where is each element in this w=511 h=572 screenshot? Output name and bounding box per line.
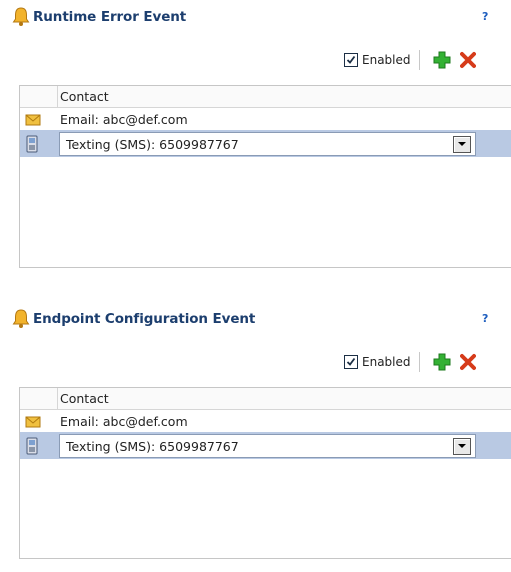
event-section-endpoint-configuration: Endpoint Configuration Event ? Enabled C… <box>0 302 511 572</box>
contact-text: Email: abc@def.com <box>60 414 188 429</box>
toolbar-divider <box>418 352 420 372</box>
delete-icon[interactable] <box>459 352 476 372</box>
contacts-table: Contact Email: abc@def.com Texting (SMS)… <box>19 387 511 559</box>
add-icon[interactable] <box>432 352 452 372</box>
email-icon <box>25 414 41 433</box>
table-row[interactable]: Email: abc@def.com <box>20 108 511 130</box>
table-row-selected[interactable]: Texting (SMS): 6509987767 <box>20 130 511 157</box>
enabled-label[interactable]: Enabled <box>362 53 411 67</box>
row-header-stub <box>20 388 58 409</box>
table-row[interactable]: Email: abc@def.com <box>20 410 511 432</box>
enabled-label[interactable]: Enabled <box>362 355 411 369</box>
contact-select-value: Texting (SMS): 6509987767 <box>66 137 239 152</box>
bell-icon <box>12 7 30 27</box>
delete-icon[interactable] <box>459 50 476 70</box>
column-header-contact[interactable]: Contact <box>60 89 109 104</box>
help-icon[interactable]: ? <box>482 312 488 325</box>
bell-icon <box>12 309 30 329</box>
contact-select-value: Texting (SMS): 6509987767 <box>66 439 239 454</box>
chevron-down-icon[interactable] <box>453 136 471 153</box>
email-icon <box>25 112 41 131</box>
section-header: Endpoint Configuration Event <box>12 308 255 330</box>
help-icon[interactable]: ? <box>482 10 488 23</box>
section-toolbar: Enabled <box>344 350 476 374</box>
contact-text: Email: abc@def.com <box>60 112 188 127</box>
chevron-down-icon[interactable] <box>453 438 471 455</box>
column-header-contact[interactable]: Contact <box>60 391 109 406</box>
section-header: Runtime Error Event <box>12 6 186 28</box>
contact-select[interactable]: Texting (SMS): 6509987767 <box>59 132 476 156</box>
section-title: Runtime Error Event <box>33 9 187 25</box>
table-header: Contact <box>20 388 511 410</box>
table-row-selected[interactable]: Texting (SMS): 6509987767 <box>20 432 511 459</box>
section-title: Endpoint Configuration Event <box>33 311 256 327</box>
add-icon[interactable] <box>432 50 452 70</box>
table-header: Contact <box>20 86 511 108</box>
section-toolbar: Enabled <box>344 48 476 72</box>
contacts-table: Contact Email: abc@def.com Texting (SMS)… <box>19 85 511 268</box>
phone-icon <box>25 135 39 157</box>
phone-icon <box>25 437 39 459</box>
row-header-stub <box>20 86 58 107</box>
enabled-checkbox[interactable] <box>344 53 358 67</box>
contact-select[interactable]: Texting (SMS): 6509987767 <box>59 434 476 458</box>
toolbar-divider <box>418 50 420 70</box>
event-section-runtime-error: Runtime Error Event ? Enabled Contact Em… <box>0 0 511 270</box>
enabled-checkbox[interactable] <box>344 355 358 369</box>
